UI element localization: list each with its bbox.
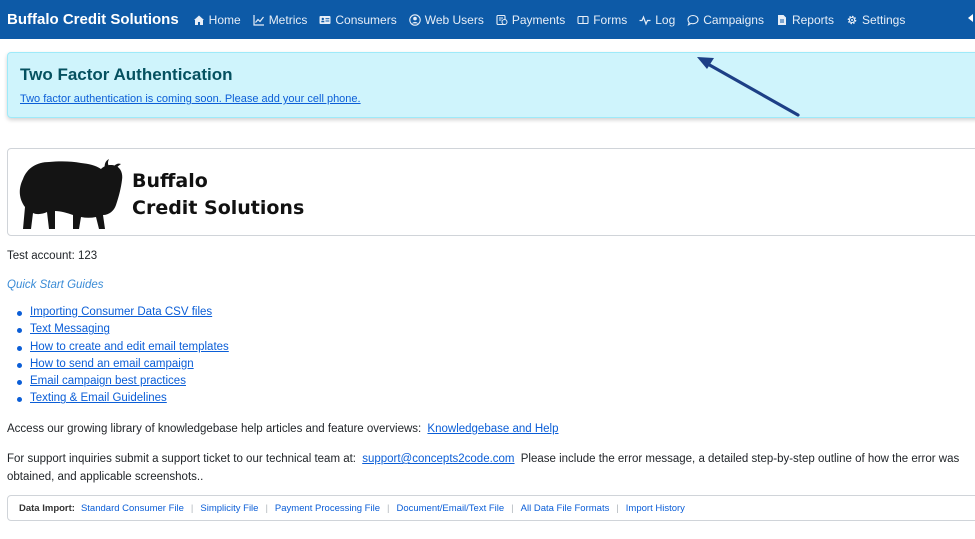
guide-link-guidelines[interactable]: Texting & Email Guidelines	[30, 392, 167, 404]
nav-metrics-label: Metrics	[268, 12, 308, 27]
list-item: How to create and edit email templates	[17, 341, 229, 358]
data-import-label: Data Import:	[19, 502, 75, 514]
home-icon	[193, 15, 204, 25]
quick-start-heading: Quick Start Guides	[7, 279, 104, 291]
nav-consumers[interactable]: Consumers	[319, 12, 397, 27]
alert-message-link[interactable]: Two factor authentication is coming soon…	[20, 93, 361, 105]
quick-start-list: Importing Consumer Data CSV files Text M…	[17, 306, 229, 410]
guide-link-best-practices[interactable]: Email campaign best practices	[30, 375, 186, 387]
nav-web-users[interactable]: Web Users	[408, 12, 484, 27]
sidebar-toggle-arrow-icon[interactable]	[968, 14, 973, 22]
nav-campaigns[interactable]: Campaigns	[687, 13, 764, 27]
list-item: Importing Consumer Data CSV files	[17, 306, 229, 323]
nav-payments[interactable]: Payments	[496, 13, 565, 27]
nav-log[interactable]: Log	[639, 13, 675, 27]
divider: |	[265, 502, 268, 514]
chat-icon	[687, 14, 699, 26]
payments-icon	[496, 14, 508, 25]
nav-home-label: Home	[208, 12, 241, 27]
nav-menu: Home Metrics Consumers Web Users Payment…	[193, 13, 918, 27]
logo-line-2: Credit Solutions	[132, 197, 305, 219]
import-link-standard-consumer[interactable]: Standard Consumer File	[81, 503, 184, 514]
guide-link-email-templates[interactable]: How to create and edit email templates	[30, 341, 229, 353]
test-account-label: Test account: 123	[7, 250, 98, 262]
divider: |	[387, 502, 390, 514]
list-item: Text Messaging	[17, 323, 229, 340]
list-item: Email campaign best practices	[17, 375, 229, 392]
top-navbar: Buffalo Credit Solutions Home Metrics Co…	[0, 0, 975, 39]
two-factor-alert: Two Factor Authentication Two factor aut…	[7, 52, 975, 118]
import-link-simplicity[interactable]: Simplicity File	[200, 503, 258, 514]
alert-title: Two Factor Authentication	[20, 65, 233, 84]
company-logo-card: Buffalo Credit Solutions	[7, 148, 975, 236]
import-link-all-formats[interactable]: All Data File Formats	[521, 503, 610, 514]
knowledgebase-link[interactable]: Knowledgebase and Help	[427, 423, 558, 435]
divider: |	[511, 502, 514, 514]
nav-reports-label: Reports	[791, 12, 834, 27]
line-chart-icon	[253, 14, 264, 26]
import-link-document-email-text[interactable]: Document/Email/Text File	[396, 503, 504, 514]
nav-metrics[interactable]: Metrics	[253, 12, 308, 27]
nav-payments-label: Payments	[511, 12, 566, 27]
list-item: How to send an email campaign	[17, 358, 229, 375]
guide-link-text-messaging[interactable]: Text Messaging	[30, 323, 110, 335]
brand-title[interactable]: Buffalo Credit Solutions	[7, 11, 179, 28]
knowledgebase-text: Access our growing library of knowledgeb…	[7, 423, 422, 435]
support-text-before: For support inquiries submit a support t…	[7, 453, 356, 465]
nav-forms[interactable]: Forms	[577, 13, 627, 27]
logo-line-1: Buffalo	[132, 170, 208, 192]
buffalo-logo-icon	[19, 159, 123, 229]
nav-forms-label: Forms	[593, 12, 628, 27]
nav-log-label: Log	[655, 12, 676, 27]
divider: |	[616, 502, 619, 514]
guide-link-csv-import[interactable]: Importing Consumer Data CSV files	[30, 306, 212, 318]
nav-consumers-label: Consumers	[335, 12, 397, 27]
annotation-arrow-icon	[697, 57, 800, 117]
data-import-bar: Data Import: Standard Consumer File | Si…	[7, 495, 975, 521]
nav-home[interactable]: Home	[193, 13, 241, 27]
id-card-icon	[319, 15, 331, 24]
import-link-history[interactable]: Import History	[626, 503, 685, 514]
activity-icon	[639, 14, 651, 26]
import-link-payment-processing[interactable]: Payment Processing File	[275, 503, 380, 514]
report-file-icon	[777, 14, 786, 25]
gear-icon	[847, 15, 857, 24]
nav-settings[interactable]: Settings	[846, 13, 905, 27]
logo-wordmark: Buffalo Credit Solutions	[132, 168, 304, 222]
nav-settings-label: Settings	[861, 12, 906, 27]
nav-campaigns-label: Campaigns	[703, 12, 764, 27]
nav-web-users-label: Web Users	[424, 12, 484, 27]
knowledgebase-line: Access our growing library of knowledgeb…	[7, 423, 559, 435]
list-item: Texting & Email Guidelines	[17, 392, 229, 409]
nav-reports[interactable]: Reports	[776, 13, 834, 27]
guide-link-send-campaign[interactable]: How to send an email campaign	[30, 358, 194, 370]
forms-icon	[577, 15, 589, 24]
user-circle-icon	[408, 13, 421, 26]
support-paragraph: For support inquiries submit a support t…	[7, 451, 972, 486]
divider: |	[190, 502, 194, 514]
support-email-link[interactable]: support@concepts2code.com	[362, 453, 514, 465]
